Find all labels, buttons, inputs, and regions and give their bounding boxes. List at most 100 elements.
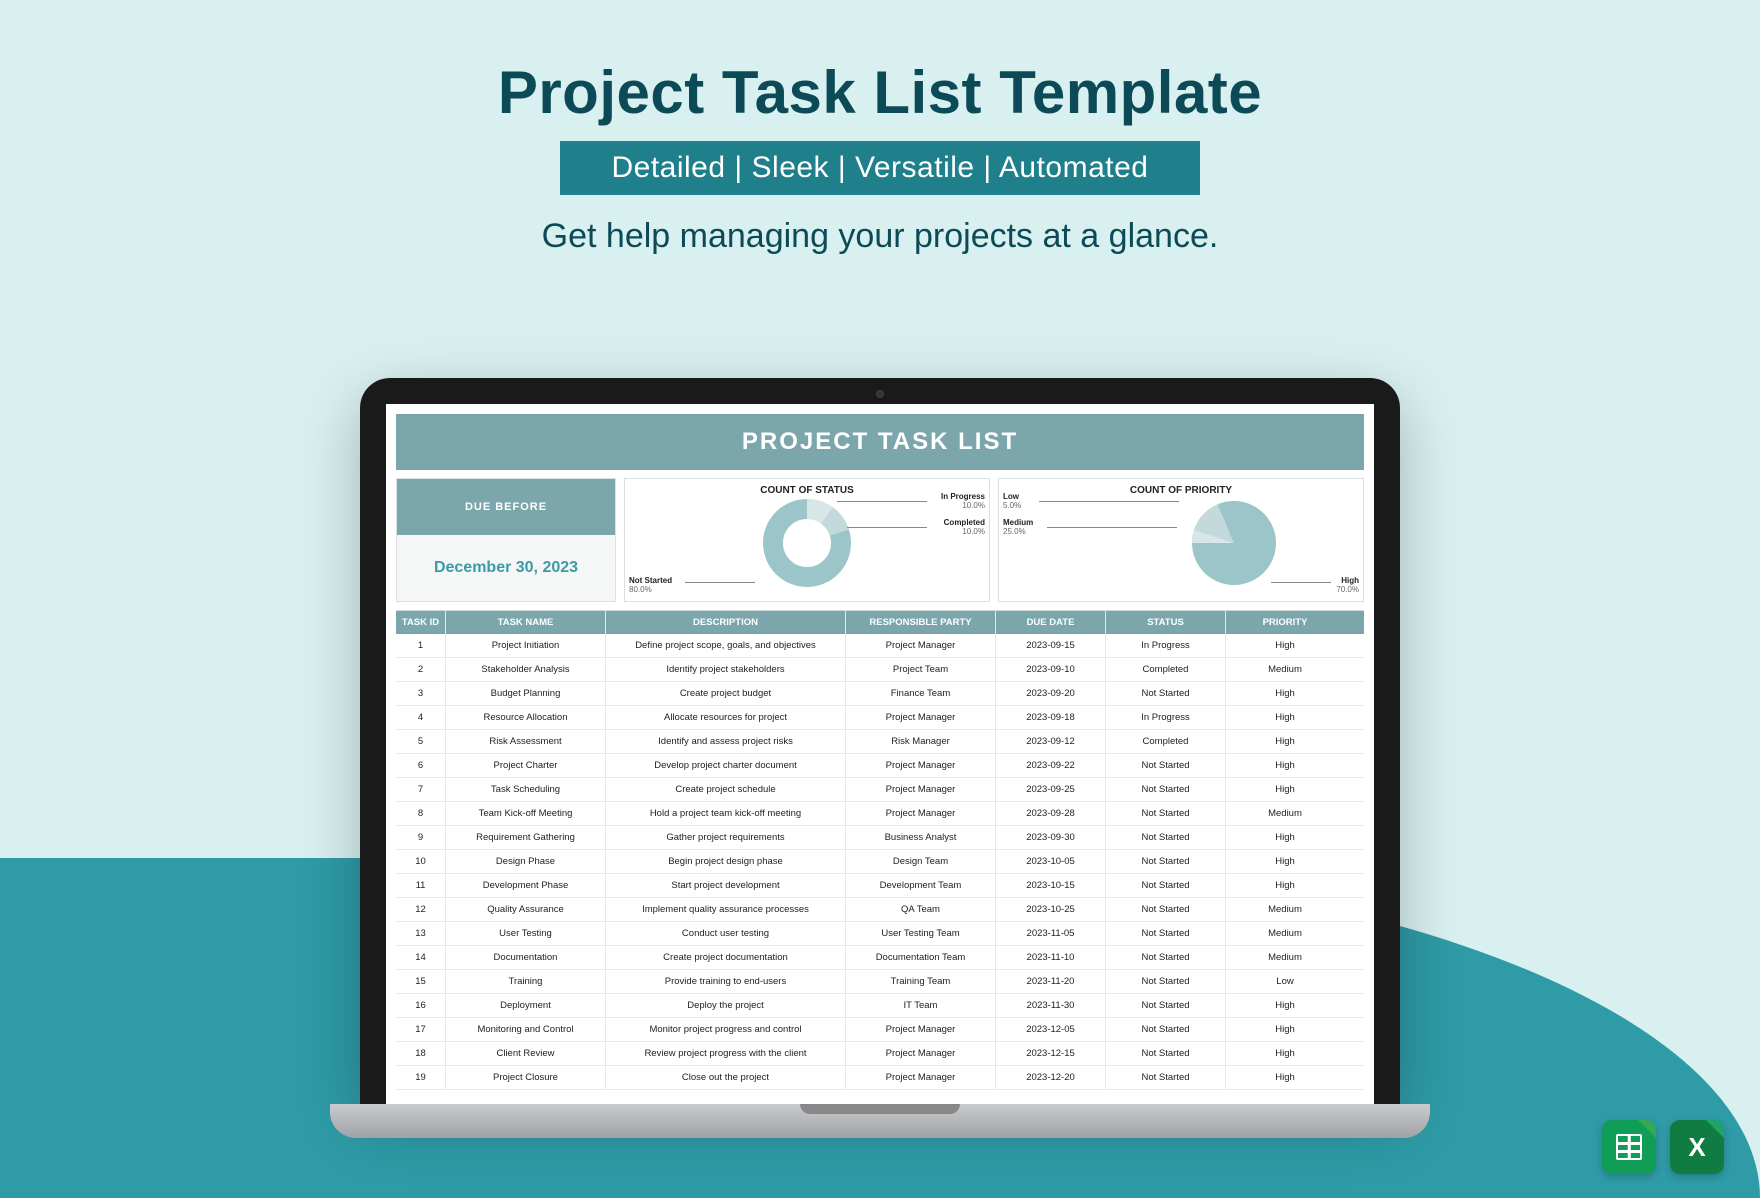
cell-resp: Training Team (846, 970, 996, 993)
cell-priority: Medium (1226, 658, 1344, 681)
cell-priority: Medium (1226, 802, 1344, 825)
laptop-base (330, 1104, 1430, 1138)
cell-resp: Project Team (846, 658, 996, 681)
cell-id: 10 (396, 850, 446, 873)
cell-priority: Medium (1226, 898, 1344, 921)
cell-resp: QA Team (846, 898, 996, 921)
cell-desc: Begin project design phase (606, 850, 846, 873)
cell-desc: Monitor project progress and control (606, 1018, 846, 1041)
status-label-notstarted: Not Started80.0% (629, 577, 672, 595)
cell-desc: Gather project requirements (606, 826, 846, 849)
cell-name: Team Kick-off Meeting (446, 802, 606, 825)
cell-status: Not Started (1106, 850, 1226, 873)
cell-id: 4 (396, 706, 446, 729)
cell-desc: Create project documentation (606, 946, 846, 969)
cell-status: Completed (1106, 730, 1226, 753)
status-chart: COUNT OF STATUS Not Started80.0% In Prog… (624, 478, 990, 602)
cell-due: 2023-10-15 (996, 874, 1106, 897)
cell-desc: Implement quality assurance processes (606, 898, 846, 921)
cell-status: Not Started (1106, 754, 1226, 777)
cell-status: In Progress (1106, 706, 1226, 729)
cell-status: In Progress (1106, 634, 1226, 657)
cell-priority: High (1226, 994, 1344, 1017)
cell-resp: Design Team (846, 850, 996, 873)
excel-icon: X (1670, 1120, 1724, 1174)
table-row: 14DocumentationCreate project documentat… (396, 946, 1364, 970)
cell-name: Client Review (446, 1042, 606, 1065)
cell-resp: Business Analyst (846, 826, 996, 849)
leader-line (837, 501, 927, 502)
cell-id: 16 (396, 994, 446, 1017)
table-row: 16DeploymentDeploy the projectIT Team202… (396, 994, 1364, 1018)
cell-due: 2023-12-15 (996, 1042, 1106, 1065)
priority-label-high: High70.0% (1336, 577, 1359, 595)
cell-name: Stakeholder Analysis (446, 658, 606, 681)
cell-id: 1 (396, 634, 446, 657)
cell-due: 2023-10-05 (996, 850, 1106, 873)
priority-chart-title: COUNT OF PRIORITY (1009, 485, 1353, 496)
leader-line (685, 582, 755, 583)
status-label-inprogress: In Progress10.0% (941, 493, 985, 511)
cell-due: 2023-09-22 (996, 754, 1106, 777)
cell-id: 8 (396, 802, 446, 825)
laptop-mockup: PROJECT TASK LIST DUE BEFORE December 30… (330, 378, 1430, 1138)
status-donut-icon (762, 498, 852, 588)
cell-status: Not Started (1106, 778, 1226, 801)
leader-line (1271, 582, 1331, 583)
cell-resp: Project Manager (846, 778, 996, 801)
priority-pie-icon (1189, 498, 1279, 588)
cell-priority: High (1226, 850, 1344, 873)
hero-subtitle: Get help managing your projects at a gla… (0, 217, 1760, 256)
cell-priority: High (1226, 634, 1344, 657)
cell-name: Quality Assurance (446, 898, 606, 921)
table-row: 6Project CharterDevelop project charter … (396, 754, 1364, 778)
hero-title: Project Task List Template (0, 58, 1760, 127)
table-row: 7Task SchedulingCreate project scheduleP… (396, 778, 1364, 802)
sheet-title: PROJECT TASK LIST (396, 414, 1364, 470)
cell-id: 18 (396, 1042, 446, 1065)
cell-id: 19 (396, 1066, 446, 1089)
cell-resp: Project Manager (846, 634, 996, 657)
cell-priority: Low (1226, 970, 1344, 993)
table-row: 4Resource AllocationAllocate resources f… (396, 706, 1364, 730)
cell-desc: Create project schedule (606, 778, 846, 801)
priority-label-medium: Medium25.0% (1003, 519, 1033, 537)
cell-desc: Define project scope, goals, and objecti… (606, 634, 846, 657)
cell-id: 7 (396, 778, 446, 801)
cell-name: Resource Allocation (446, 706, 606, 729)
cell-name: Project Closure (446, 1066, 606, 1089)
cell-id: 15 (396, 970, 446, 993)
cell-due: 2023-11-20 (996, 970, 1106, 993)
cell-due: 2023-10-25 (996, 898, 1106, 921)
table-row: 1Project InitiationDefine project scope,… (396, 634, 1364, 658)
cell-id: 11 (396, 874, 446, 897)
cell-priority: Medium (1226, 946, 1344, 969)
cell-id: 2 (396, 658, 446, 681)
priority-chart: COUNT OF PRIORITY Low5.0% Medium25.0% Hi… (998, 478, 1364, 602)
cell-due: 2023-09-18 (996, 706, 1106, 729)
status-chart-title: COUNT OF STATUS (635, 485, 979, 496)
cell-id: 12 (396, 898, 446, 921)
table-row: 11Development PhaseStart project develop… (396, 874, 1364, 898)
cell-resp: Project Manager (846, 1042, 996, 1065)
cell-status: Not Started (1106, 826, 1226, 849)
due-before-date: December 30, 2023 (397, 535, 615, 601)
dashboard-row: DUE BEFORE December 30, 2023 COUNT OF ST… (396, 478, 1364, 602)
table-row: 12Quality AssuranceImplement quality ass… (396, 898, 1364, 922)
cell-resp: Project Manager (846, 754, 996, 777)
priority-label-low: Low5.0% (1003, 493, 1021, 511)
cell-status: Not Started (1106, 970, 1226, 993)
cell-desc: Identify project stakeholders (606, 658, 846, 681)
cell-status: Not Started (1106, 994, 1226, 1017)
cell-priority: Medium (1226, 922, 1344, 945)
cell-due: 2023-11-05 (996, 922, 1106, 945)
cell-name: Documentation (446, 946, 606, 969)
table-header-row: TASK ID TASK NAME DESCRIPTION RESPONSIBL… (396, 611, 1364, 634)
cell-status: Not Started (1106, 898, 1226, 921)
cell-name: Requirement Gathering (446, 826, 606, 849)
col-task-name: TASK NAME (446, 611, 606, 634)
table-row: 8Team Kick-off MeetingHold a project tea… (396, 802, 1364, 826)
table-row: 2Stakeholder AnalysisIdentify project st… (396, 658, 1364, 682)
leader-line (847, 527, 927, 528)
cell-priority: High (1226, 682, 1344, 705)
